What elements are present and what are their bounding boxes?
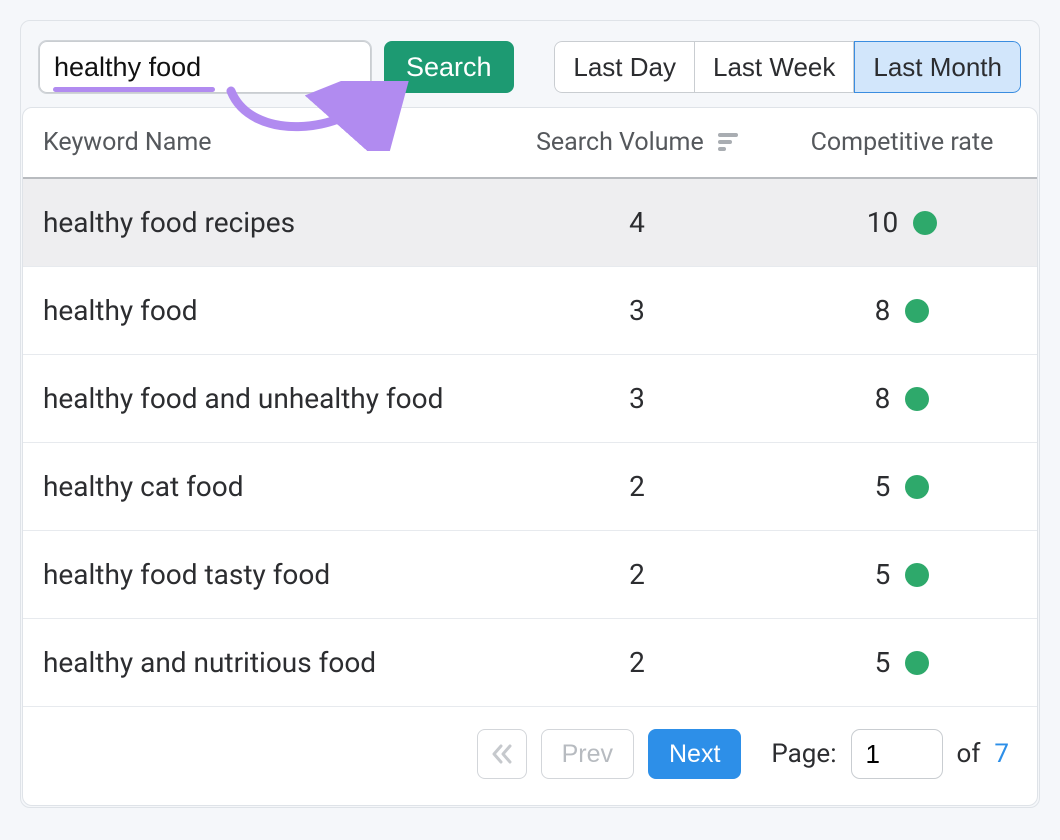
cell-keyword: healthy food and unhealthy food — [23, 355, 507, 443]
cell-volume: 2 — [507, 531, 767, 619]
search-input[interactable] — [39, 41, 371, 93]
range-last-month[interactable]: Last Month — [854, 41, 1021, 93]
table-row[interactable]: healthy cat food 2 5 — [23, 443, 1037, 531]
table-row[interactable]: healthy and nutritious food 2 5 — [23, 619, 1037, 707]
page-input[interactable] — [851, 729, 943, 779]
col-competitive-rate-label: Competitive rate — [811, 128, 994, 157]
status-dot-icon — [905, 475, 929, 499]
rate-value: 5 — [875, 646, 891, 679]
col-competitive-rate[interactable]: Competitive rate — [767, 108, 1037, 178]
prev-button[interactable]: Prev — [541, 729, 634, 779]
cell-volume: 3 — [507, 355, 767, 443]
total-pages-link[interactable]: 7 — [994, 739, 1009, 769]
rate-value: 10 — [867, 206, 898, 239]
range-last-week[interactable]: Last Week — [695, 41, 854, 93]
status-dot-icon — [913, 211, 937, 235]
cell-volume: 3 — [507, 267, 767, 355]
cell-keyword: healthy cat food — [23, 443, 507, 531]
col-search-volume-label: Search Volume — [536, 128, 704, 157]
sort-desc-icon — [718, 133, 738, 154]
cell-rate: 8 — [767, 355, 1037, 443]
keywords-table: Keyword Name Search Volume Competitive r… — [23, 108, 1037, 707]
cell-rate: 10 — [767, 178, 1037, 267]
col-keyword-name[interactable]: Keyword Name — [23, 108, 507, 178]
search-highlight-accent — [53, 87, 215, 92]
rate-value: 5 — [875, 558, 891, 591]
rate-value: 8 — [875, 382, 891, 415]
search-button[interactable]: Search — [384, 41, 514, 93]
of-label: of — [957, 739, 981, 769]
status-dot-icon — [905, 387, 929, 411]
next-button[interactable]: Next — [648, 729, 741, 779]
status-dot-icon — [905, 299, 929, 323]
pagination: Prev Next Page: of 7 — [23, 707, 1037, 805]
cell-rate: 8 — [767, 267, 1037, 355]
page-label: Page: — [771, 739, 836, 769]
rate-value: 8 — [875, 294, 891, 327]
col-keyword-name-label: Keyword Name — [43, 128, 212, 157]
results-panel: Keyword Name Search Volume Competitive r… — [22, 107, 1038, 806]
range-last-day[interactable]: Last Day — [554, 41, 695, 93]
top-bar: Search Last Day Last Week Last Month — [21, 21, 1039, 107]
cell-volume: 2 — [507, 443, 767, 531]
app-container: Search Last Day Last Week Last Month Key… — [20, 20, 1040, 808]
cell-volume: 4 — [507, 178, 767, 267]
table-row[interactable]: healthy food and unhealthy food 3 8 — [23, 355, 1037, 443]
status-dot-icon — [905, 651, 929, 675]
cell-keyword: healthy food — [23, 267, 507, 355]
table-row[interactable]: healthy food recipes 4 10 — [23, 178, 1037, 267]
col-search-volume[interactable]: Search Volume — [507, 108, 767, 178]
cell-keyword: healthy and nutritious food — [23, 619, 507, 707]
status-dot-icon — [905, 563, 929, 587]
table-row[interactable]: healthy food 3 8 — [23, 267, 1037, 355]
cell-keyword: healthy food recipes — [23, 178, 507, 267]
table-row[interactable]: healthy food tasty food 2 5 — [23, 531, 1037, 619]
cell-rate: 5 — [767, 443, 1037, 531]
cell-volume: 2 — [507, 619, 767, 707]
cell-keyword: healthy food tasty food — [23, 531, 507, 619]
first-page-button[interactable] — [477, 729, 527, 779]
cell-rate: 5 — [767, 619, 1037, 707]
date-range-group: Last Day Last Week Last Month — [554, 41, 1021, 93]
rate-value: 5 — [875, 470, 891, 503]
cell-rate: 5 — [767, 531, 1037, 619]
double-chevron-left-icon — [490, 743, 514, 765]
